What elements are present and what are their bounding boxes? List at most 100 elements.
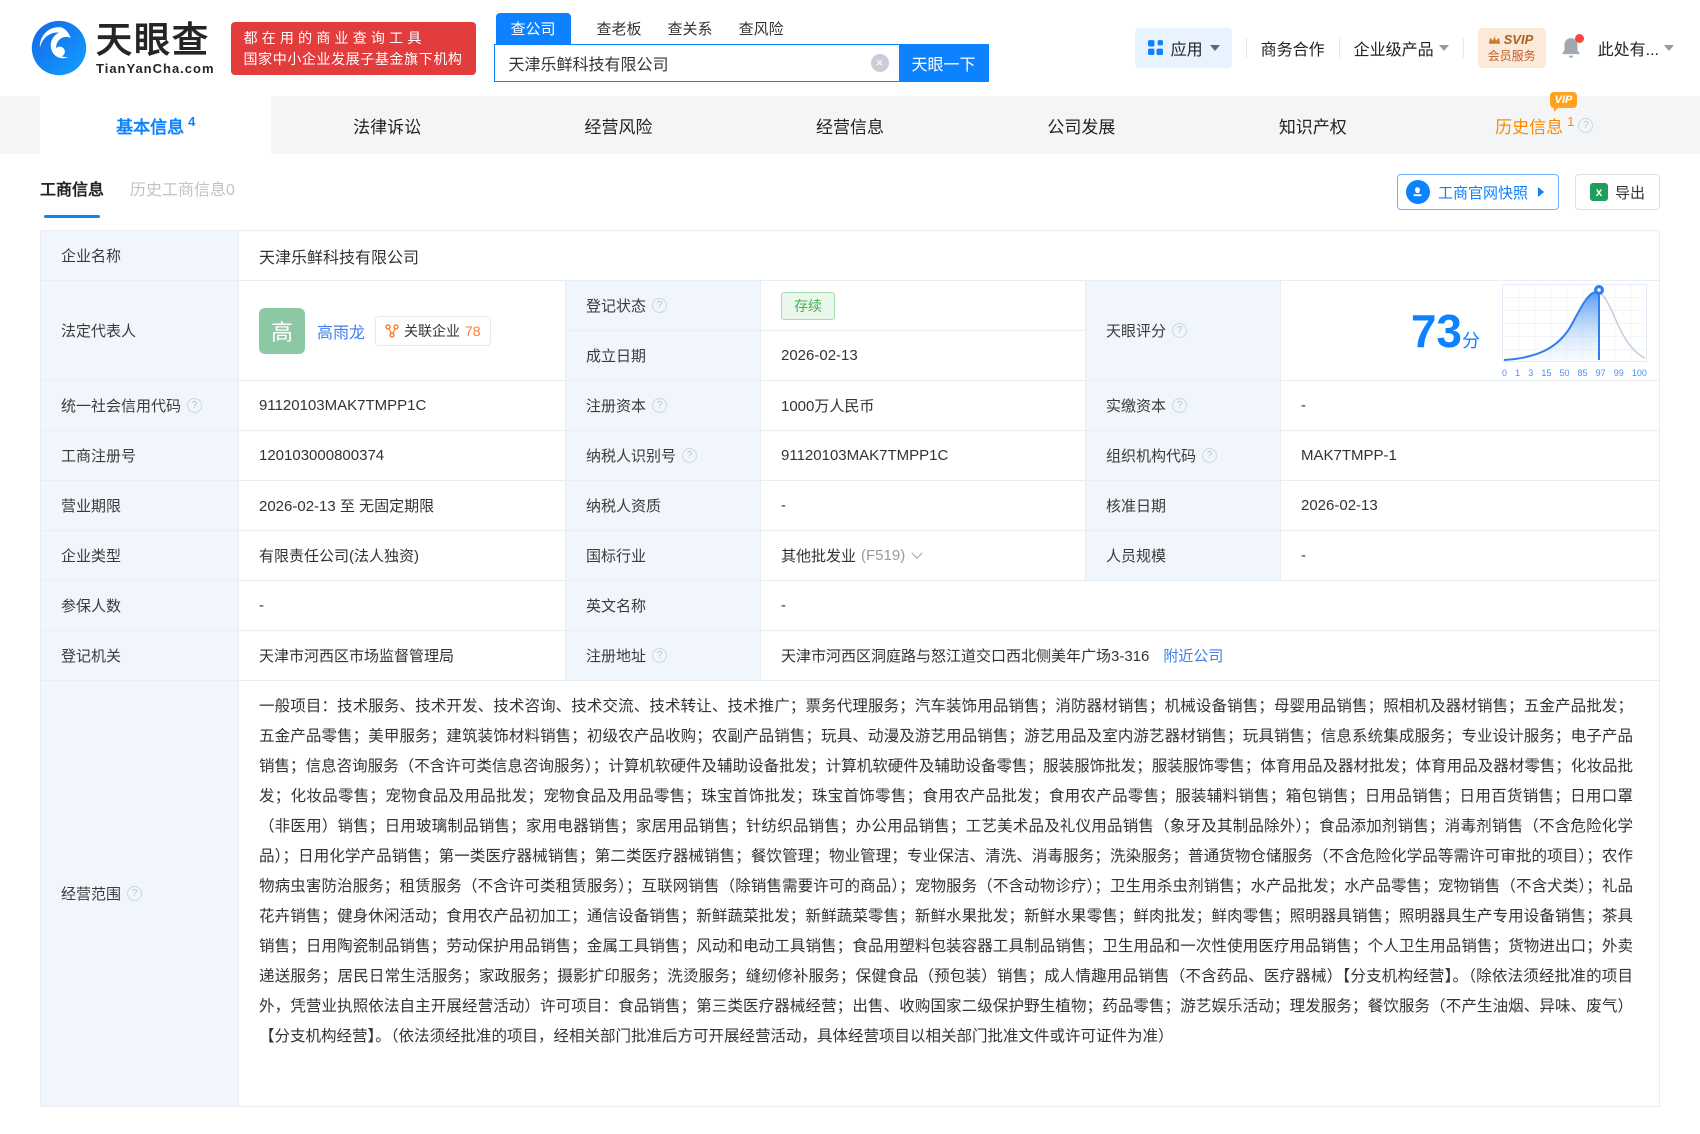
- search-tab-relation[interactable]: 查关系: [668, 13, 713, 44]
- tab-operation-info[interactable]: 经营信息: [734, 96, 965, 154]
- svip-label: SVIP: [1503, 31, 1534, 47]
- divider: [1338, 37, 1340, 58]
- chevron-down-icon: [1209, 44, 1220, 51]
- label-text: 天眼评分: [1106, 323, 1167, 340]
- export-label: 导出: [1614, 184, 1645, 202]
- help-icon[interactable]: [652, 398, 668, 413]
- field-label-approval-date: 核准日期: [1086, 481, 1281, 531]
- status-badge: 存续: [781, 291, 835, 320]
- tab-history-info[interactable]: VIP 历史信息 1: [1429, 91, 1660, 154]
- subtab-business-info[interactable]: 工商信息: [40, 166, 104, 218]
- label-text: 注册资本: [586, 398, 647, 415]
- help-icon[interactable]: [1172, 398, 1188, 413]
- search-tab-risk[interactable]: 查风险: [739, 13, 784, 44]
- tianyancha-logo[interactable]: 天眼查 TianYanCha.com: [30, 19, 215, 77]
- excel-icon: x: [1589, 183, 1608, 201]
- business-scope-text: 一般项目：技术服务、技术开发、技术咨询、技术交流、技术转让、技术推广；票务代理服…: [259, 698, 1633, 1045]
- label-text: 营业期限: [61, 498, 122, 515]
- search-tab-company[interactable]: 查公司: [495, 13, 571, 44]
- label-text: 法定代表人: [61, 323, 137, 340]
- related-companies-count: 78: [465, 322, 481, 339]
- field-value-reg-authority: 天津市河西区市场监督管理局: [239, 631, 566, 681]
- field-label-uscc: 统一社会信用代码: [41, 381, 239, 431]
- field-value-industry[interactable]: 其他批发业 (F519): [761, 531, 1086, 581]
- label-text: 实缴资本: [1106, 398, 1167, 415]
- export-button[interactable]: x 导出: [1574, 174, 1660, 210]
- field-value-business-scope: 一般项目：技术服务、技术开发、技术咨询、技术交流、技术转让、技术推广；票务代理服…: [239, 681, 1660, 1107]
- value-text: 120103000800374: [259, 447, 385, 464]
- legal-rep-avatar[interactable]: 高: [259, 307, 305, 354]
- tab-label: 经营信息: [815, 117, 884, 137]
- field-label-business-term: 营业期限: [41, 481, 239, 531]
- crown-icon: [1488, 36, 1500, 44]
- score-value: 73: [1410, 304, 1462, 357]
- business-info-table: 企业名称 天津乐鲜科技有限公司 法定代表人 高 高雨龙 关联企业 78 登记状态…: [40, 230, 1660, 1107]
- user-menu[interactable]: 此处有...: [1598, 36, 1674, 60]
- field-label-english-name: 英文名称: [566, 581, 761, 631]
- field-value-est-date: 2026-02-13: [761, 331, 1086, 381]
- field-label-business-scope: 经营范围: [41, 681, 239, 1107]
- tab-company-development[interactable]: 公司发展: [966, 96, 1197, 154]
- field-label-industry: 国标行业: [566, 531, 761, 581]
- svip-membership-button[interactable]: SVIP 会员服务: [1477, 27, 1546, 69]
- tyc-score-cell[interactable]: 73分 0 1 3 15 50 85 97 99 100: [1281, 281, 1660, 381]
- tab-legal-litigation[interactable]: 法律诉讼: [271, 96, 502, 154]
- page-header: 天眼查 TianYanCha.com 都在用的商业查询工具 国家中小企业发展子基…: [0, 0, 1700, 96]
- help-icon[interactable]: [127, 886, 143, 901]
- label-text: 组织机构代码: [1106, 448, 1197, 465]
- business-cooperation-link[interactable]: 商务合作: [1261, 36, 1325, 60]
- search-area: 查公司 查老板 查关系 查风险 × 天眼一下: [493, 13, 989, 82]
- related-companies-badge[interactable]: 关联企业 78: [375, 315, 491, 346]
- field-label-reg-capital: 注册资本: [566, 381, 761, 431]
- help-icon[interactable]: [1172, 323, 1188, 338]
- tab-count: 4: [188, 113, 196, 129]
- value-text: -: [781, 597, 786, 614]
- brand-slogan-badge: 都在用的商业查询工具 国家中小企业发展子基金旗下机构: [230, 21, 476, 75]
- help-icon[interactable]: [652, 648, 668, 663]
- label-text: 企业类型: [61, 548, 122, 565]
- subtab-history-business-info[interactable]: 历史工商信息0: [130, 166, 235, 218]
- field-value-company-type: 有限责任公司(法人独资): [239, 531, 566, 581]
- value-text: 有限责任公司(法人独资): [259, 548, 419, 565]
- label-text: 注册地址: [586, 648, 647, 665]
- notification-dot: [1574, 33, 1584, 43]
- field-label-company-type: 企业类型: [41, 531, 239, 581]
- search-tab-boss[interactable]: 查老板: [597, 13, 642, 44]
- label-text: 经营范围: [61, 886, 122, 903]
- field-value-company-name: 天津乐鲜科技有限公司: [239, 231, 1660, 281]
- chevron-down-icon[interactable]: [911, 547, 923, 559]
- nearby-companies-link[interactable]: 附近公司: [1163, 645, 1223, 666]
- help-icon[interactable]: [652, 298, 668, 313]
- label-text: 登记状态: [586, 298, 647, 315]
- field-label-taxpayer-quality: 纳税人资质: [566, 481, 761, 531]
- notification-bell-icon[interactable]: [1560, 33, 1584, 60]
- label-text: 参保人数: [61, 598, 122, 615]
- label-text: 国标行业: [586, 548, 647, 565]
- field-label-paid-capital: 实缴资本: [1086, 381, 1281, 431]
- field-value-legal-rep: 高 高雨龙 关联企业 78: [239, 281, 566, 381]
- official-snapshot-button[interactable]: 工商官网快照: [1396, 174, 1559, 210]
- help-icon[interactable]: [1202, 448, 1218, 463]
- help-icon[interactable]: [187, 398, 203, 413]
- apps-label: 应用: [1170, 41, 1203, 59]
- tab-operation-risk[interactable]: 经营风险: [503, 96, 734, 154]
- help-icon[interactable]: [1578, 117, 1594, 133]
- field-label-org-code: 组织机构代码: [1086, 431, 1281, 481]
- field-label-taxpayer-id: 纳税人识别号: [566, 431, 761, 481]
- tab-label: 基本信息: [116, 117, 185, 137]
- slogan-line2: 国家中小企业发展子基金旗下机构: [243, 50, 463, 67]
- field-label-staff-size: 人员规模: [1086, 531, 1281, 581]
- tab-basic-info[interactable]: 基本信息 4: [40, 96, 272, 154]
- field-value-approval-date: 2026-02-13: [1281, 481, 1660, 531]
- search-input[interactable]: [508, 54, 871, 72]
- apps-menu-button[interactable]: 应用: [1134, 27, 1232, 68]
- user-menu-label: 此处有...: [1597, 41, 1659, 59]
- help-icon[interactable]: [682, 448, 698, 463]
- clear-search-icon[interactable]: ×: [870, 54, 889, 72]
- label-text: 英文名称: [586, 598, 647, 615]
- tab-intellectual-property[interactable]: 知识产权: [1197, 96, 1428, 154]
- search-button[interactable]: 天眼一下: [898, 44, 989, 82]
- enterprise-products-link[interactable]: 企业级产品: [1354, 36, 1449, 60]
- legal-rep-name-link[interactable]: 高雨龙: [317, 319, 365, 343]
- value-text: 2026-02-13: [781, 347, 858, 364]
